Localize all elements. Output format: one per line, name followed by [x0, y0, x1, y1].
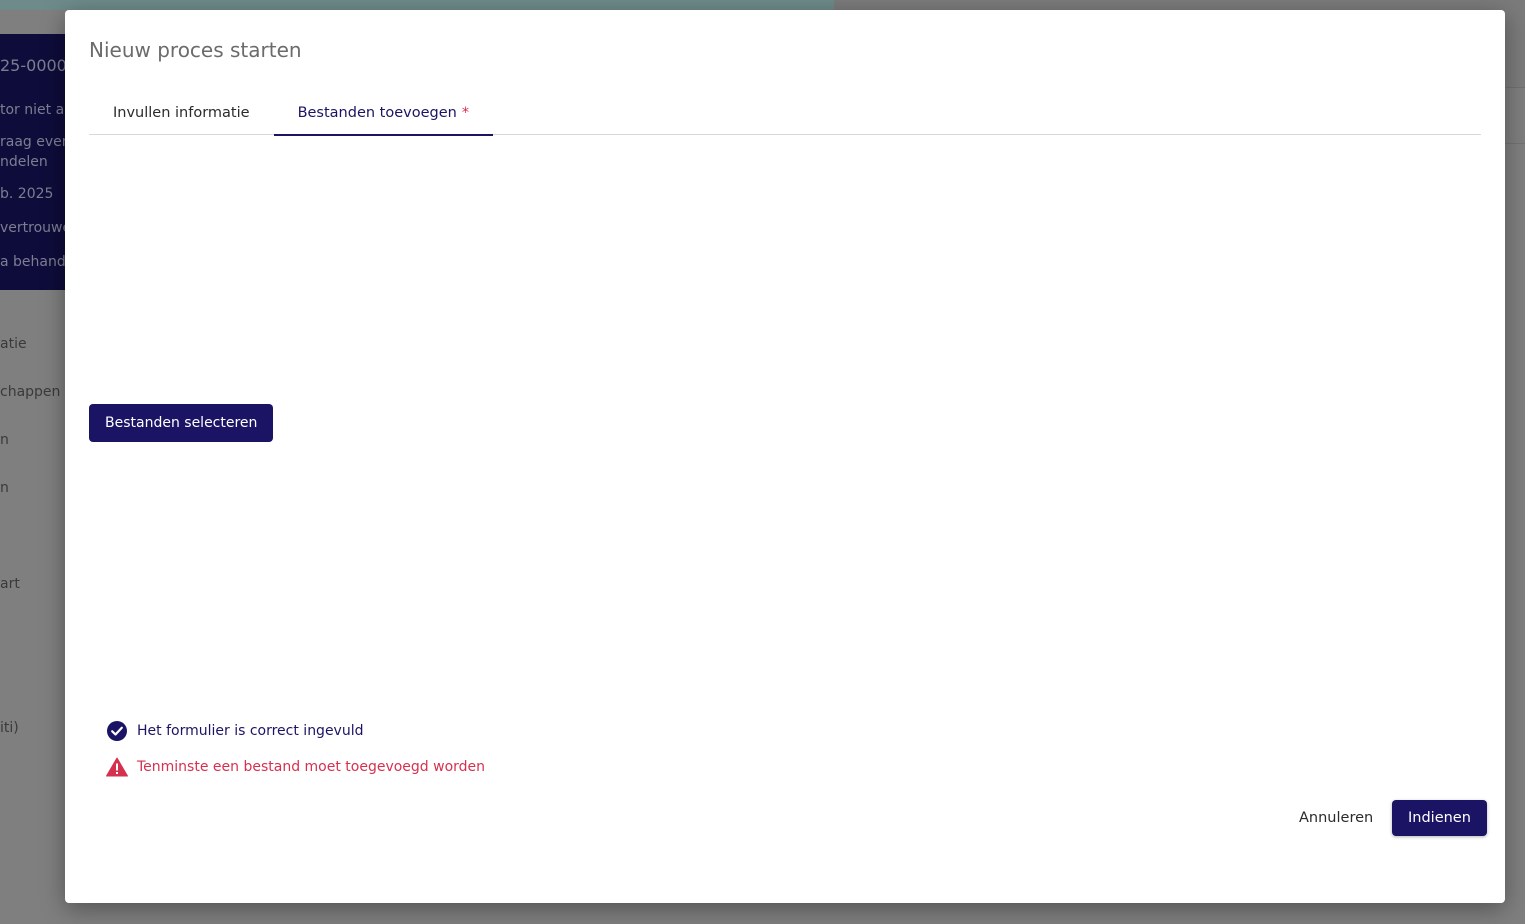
background-card-text: vertrouwe: [0, 220, 72, 236]
dialog-tabs: Invullen informatie Bestanden toevoegen …: [89, 90, 1481, 136]
select-files-button[interactable]: Bestanden selecteren: [89, 404, 274, 442]
submit-button[interactable]: Indienen: [1392, 800, 1487, 836]
background-card-text: raag even: [0, 134, 71, 150]
required-asterisk: *: [461, 104, 470, 121]
background-nav-item: n: [0, 480, 9, 496]
tab-label: Invullen informatie: [113, 104, 250, 121]
check-circle-icon: [106, 720, 128, 742]
file-required-error: Tenminste een bestand moet toegevoegd wo…: [106, 756, 485, 778]
background-nav-item: iti): [0, 720, 19, 736]
tab-label: Bestanden toevoegen: [297, 104, 457, 121]
background-nav-item: art: [0, 576, 20, 592]
dialog-title: Nieuw proces starten: [89, 38, 302, 62]
new-process-dialog: Nieuw proces starten Invullen informatie…: [65, 10, 1505, 903]
tab-fill-information[interactable]: Invullen informatie: [89, 90, 274, 135]
form-valid-message: Het formulier is correct ingevuld: [106, 720, 364, 742]
background-card-text: tor niet aa: [0, 102, 73, 118]
background-card-text: b. 2025: [0, 186, 54, 202]
background-banner: [0, 0, 834, 10]
background-card-text: a behande: [0, 254, 75, 270]
warning-triangle-icon: [106, 756, 128, 778]
background-nav-item: n: [0, 432, 9, 448]
background-card-text: ndelen: [0, 154, 48, 170]
background-nav-item: chappen: [0, 384, 61, 400]
cancel-button[interactable]: Annuleren: [1287, 800, 1385, 836]
form-valid-text: Het formulier is correct ingevuld: [137, 723, 364, 739]
file-required-error-text: Tenminste een bestand moet toegevoegd wo…: [137, 759, 486, 775]
background-nav-item: atie: [0, 336, 27, 352]
tab-add-files[interactable]: Bestanden toevoegen *: [273, 90, 494, 136]
